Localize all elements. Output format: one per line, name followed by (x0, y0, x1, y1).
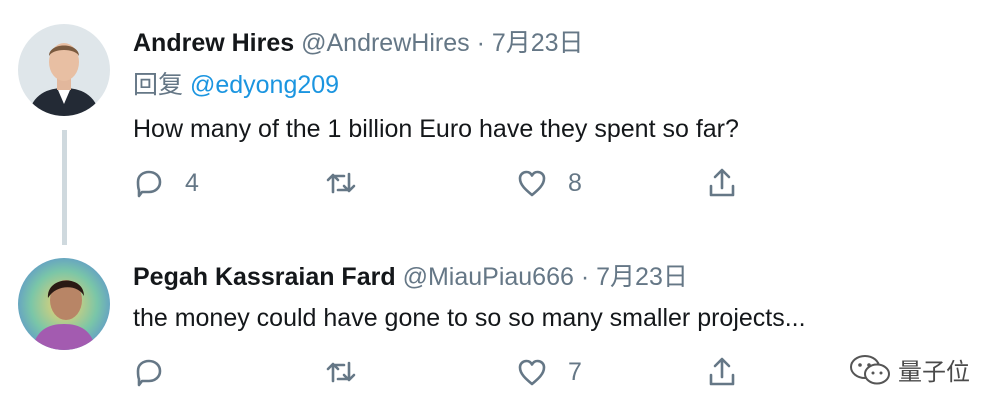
author-handle[interactable]: @AndrewHires (301, 29, 469, 57)
reply-to-line: 回复 @edyong209 (133, 70, 339, 100)
reply-count: 4 (185, 168, 199, 197)
tweet-date[interactable]: 7月23日 (596, 263, 688, 291)
retweet-icon (326, 361, 356, 383)
like-count: 7 (568, 357, 582, 386)
watermark-text: 量子位 (898, 359, 970, 386)
avatar[interactable] (18, 258, 110, 350)
separator-dot: · (580, 263, 590, 291)
share-icon (709, 168, 735, 197)
like-count: 8 (568, 168, 582, 197)
like-button[interactable]: 8 (516, 167, 582, 199)
retweet-button[interactable] (325, 356, 357, 388)
separator-dot: · (476, 29, 485, 57)
reply-icon (136, 359, 162, 387)
tweet-text: How many of the 1 billion Euro have they… (133, 115, 739, 143)
like-button[interactable]: 7 (516, 356, 582, 388)
retweet-icon (326, 172, 356, 194)
reply-prefix: 回复 (133, 71, 184, 99)
reply-mention-link[interactable]: @edyong209 (190, 71, 339, 99)
share-button[interactable] (706, 356, 738, 388)
share-button[interactable] (706, 167, 738, 199)
retweet-button[interactable] (325, 167, 357, 199)
tweet-date[interactable]: 7月23日 (492, 29, 584, 57)
like-icon (518, 359, 546, 386)
wechat-icon (850, 354, 890, 384)
avatar[interactable] (18, 24, 110, 116)
tweet-header: Pegah Kassraian Fard @MiauPiau666 · 7月23… (133, 262, 688, 292)
tweet-header: Andrew Hires @AndrewHires · 7月23日 (133, 28, 584, 58)
reply-button[interactable]: 4 (133, 167, 199, 199)
thread-line (62, 130, 67, 245)
reply-button[interactable] (133, 356, 165, 388)
author-name[interactable]: Andrew Hires (133, 29, 294, 57)
author-handle[interactable]: @MiauPiau666 (403, 263, 574, 291)
reply-icon (136, 170, 162, 198)
like-icon (518, 170, 546, 197)
author-name[interactable]: Pegah Kassraian Fard (133, 263, 396, 291)
share-icon (709, 357, 735, 386)
tweet-text: the money could have gone to so so many … (133, 304, 806, 332)
watermark: 量子位 (848, 352, 970, 387)
